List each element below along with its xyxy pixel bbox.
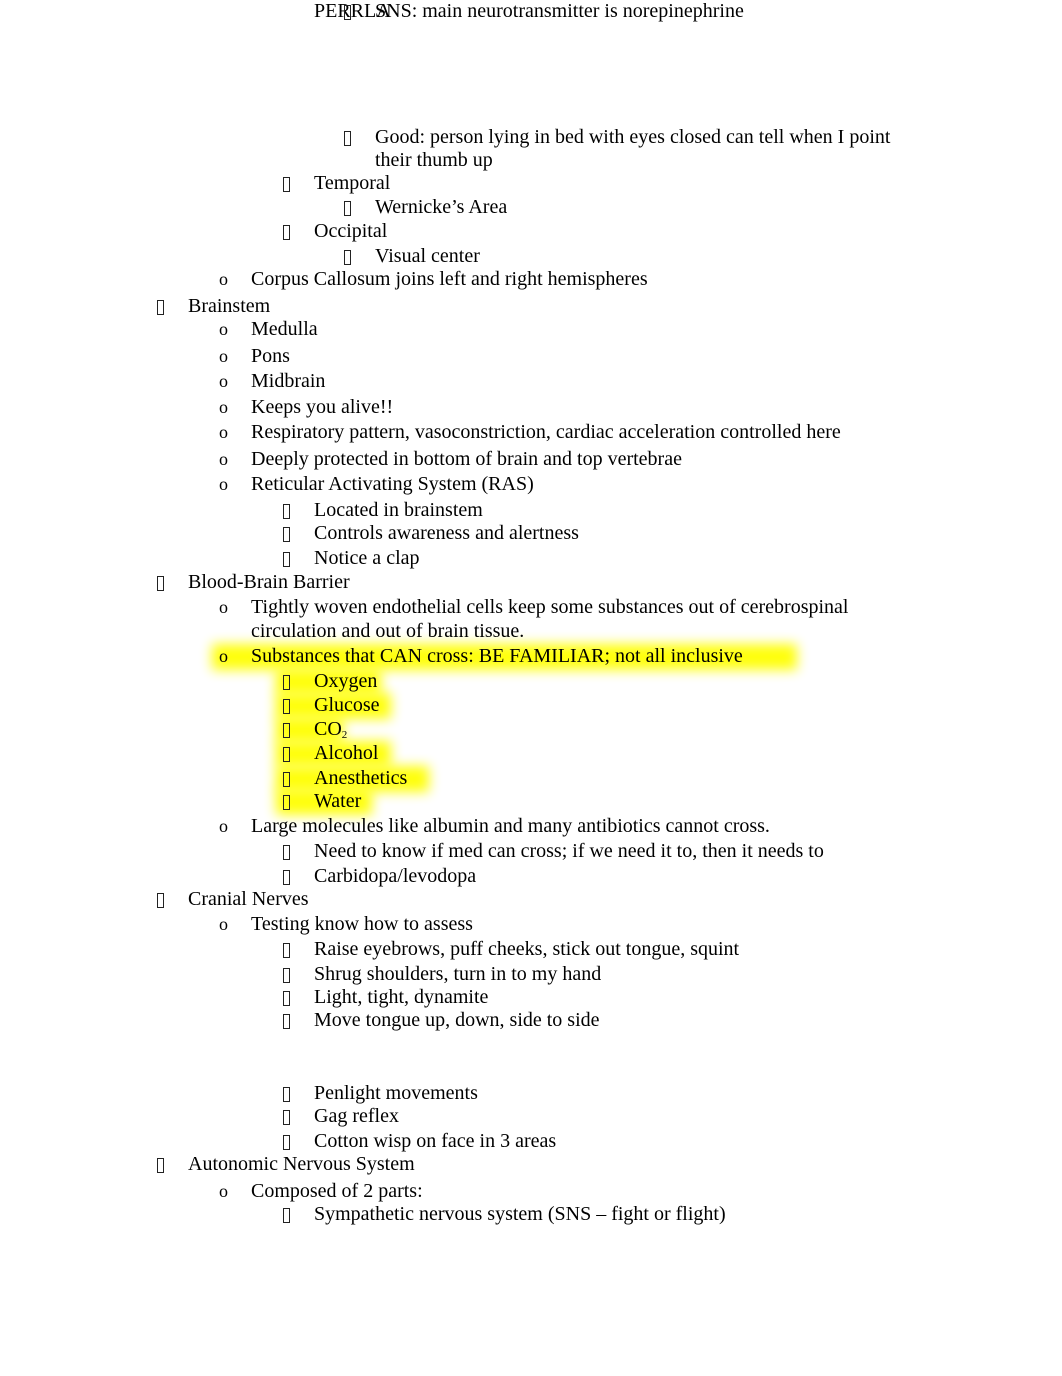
square-bullet-icon	[283, 968, 290, 983]
circle-bullet-icon: o	[219, 269, 228, 289]
list-item-text: Carbidopa/levodopa	[314, 865, 477, 887]
list-item-text: Keeps you alive!!	[251, 396, 394, 418]
list-item-text: Gag reflex	[314, 1105, 399, 1127]
square-bullet-icon	[283, 225, 290, 240]
list-item-text: Water	[314, 790, 362, 812]
list-item-text: Corpus Callosum joins left and right hem…	[251, 268, 648, 290]
circle-bullet-icon: o	[219, 816, 228, 836]
list-item-text: Located in brainstem	[314, 499, 483, 521]
list-item-text: Sympathetic nervous system (SNS – fight …	[314, 1203, 726, 1225]
square-bullet-icon	[283, 943, 290, 958]
square-bullet-icon	[283, 795, 290, 810]
square-bullet-icon	[283, 772, 290, 787]
list-item-text: Shrug shoulders, turn in to my hand	[314, 963, 602, 985]
list-item-continuation-text: circulation and out of brain tissue.	[251, 620, 525, 642]
square-bullet-icon	[344, 201, 351, 216]
list-item-text: Occipital	[314, 220, 388, 242]
square-bullet-icon	[283, 991, 290, 1006]
list-item-text: Need to know if med can cross; if we nee…	[314, 840, 824, 862]
list-item-text: Controls awareness and alertness	[314, 522, 579, 544]
list-item-text: Notice a clap	[314, 547, 420, 569]
square-bullet-icon	[344, 131, 351, 146]
list-item-text: Large molecules like albumin and many an…	[251, 815, 770, 837]
list-item-text: Deeply protected in bottom of brain and …	[251, 448, 682, 470]
circle-bullet-icon: o	[219, 371, 228, 391]
list-item-text: Respiratory pattern, vasoconstriction, c…	[251, 421, 841, 443]
list-item-text: SNS: main neurotransmitter is norepineph…	[375, 0, 744, 22]
list-item-text: Cranial Nerves	[188, 888, 309, 910]
circle-bullet-icon: o	[219, 597, 228, 617]
circle-bullet-icon: o	[219, 319, 228, 339]
square-bullet-icon	[283, 1087, 290, 1102]
list-item-text: Reticular Activating System (RAS)	[251, 473, 534, 495]
square-bullet-icon	[283, 699, 290, 714]
circle-bullet-icon: o	[219, 449, 228, 469]
list-item-text: Raise eyebrows, puff cheeks, stick out t…	[314, 938, 740, 960]
list-item-text: Alcohol	[314, 742, 379, 764]
square-bullet-icon	[157, 1158, 164, 1173]
circle-bullet-icon: o	[219, 422, 228, 442]
list-item-text: Temporal	[314, 172, 391, 194]
square-bullet-icon	[283, 1110, 290, 1125]
circle-bullet-icon: o	[219, 914, 228, 934]
square-bullet-icon	[283, 870, 290, 885]
square-bullet-icon	[344, 5, 351, 20]
square-bullet-icon	[283, 845, 290, 860]
square-bullet-icon	[157, 576, 164, 591]
subscript-text: 2	[341, 729, 348, 741]
list-item-text: Brainstem	[188, 295, 271, 317]
circle-bullet-icon: o	[219, 646, 228, 666]
square-bullet-icon	[283, 552, 290, 567]
list-item-text: Composed of 2 parts:	[251, 1180, 423, 1202]
square-bullet-icon	[283, 1135, 290, 1150]
list-item-text: Autonomic Nervous System	[188, 1153, 415, 1175]
list-item-text: Good: person lying in bed with eyes clos…	[375, 126, 891, 148]
list-item-text: Blood-Brain Barrier	[188, 571, 350, 593]
document-page: Good: person lying in bed with eyes clos…	[0, 0, 1062, 1376]
circle-bullet-icon: o	[219, 346, 228, 366]
list-item-text: Tightly woven endothelial cells keep som…	[251, 596, 849, 618]
list-item-text: Penlight movements	[314, 1082, 478, 1104]
list-item-text: Oxygen	[314, 670, 378, 692]
square-bullet-icon	[283, 1208, 290, 1223]
square-bullet-icon	[283, 723, 290, 738]
square-bullet-icon	[283, 1014, 290, 1029]
square-bullet-icon	[283, 675, 290, 690]
square-bullet-icon	[283, 747, 290, 762]
circle-bullet-icon: o	[219, 1181, 228, 1201]
list-item-text: Visual center	[375, 245, 480, 267]
list-item-continuation-text: their thumb up	[375, 149, 493, 171]
circle-bullet-icon: o	[219, 474, 228, 494]
list-item-text: Wernicke’s Area	[375, 196, 508, 218]
list-item-text: Substances that CAN cross: BE FAMILIAR; …	[251, 645, 743, 667]
list-item-text: Testing know how to assess	[251, 913, 473, 935]
square-bullet-icon	[283, 504, 290, 519]
square-bullet-icon	[283, 527, 290, 542]
square-bullet-icon	[157, 300, 164, 315]
list-item-text: Midbrain	[251, 370, 326, 392]
list-item-text: Move tongue up, down, side to side	[314, 1009, 600, 1031]
square-bullet-icon	[344, 250, 351, 265]
list-item-text: Glucose	[314, 694, 380, 716]
list-item-text: Cotton wisp on face in 3 areas	[314, 1130, 557, 1152]
square-bullet-icon	[283, 177, 290, 192]
circle-bullet-icon: o	[219, 397, 228, 417]
list-item-text: Light, tight, dynamite	[314, 986, 489, 1008]
list-item-text: Medulla	[251, 318, 318, 340]
list-item-text: Pons	[251, 345, 290, 367]
square-bullet-icon	[157, 893, 164, 908]
list-item-text: Anesthetics	[314, 767, 408, 789]
